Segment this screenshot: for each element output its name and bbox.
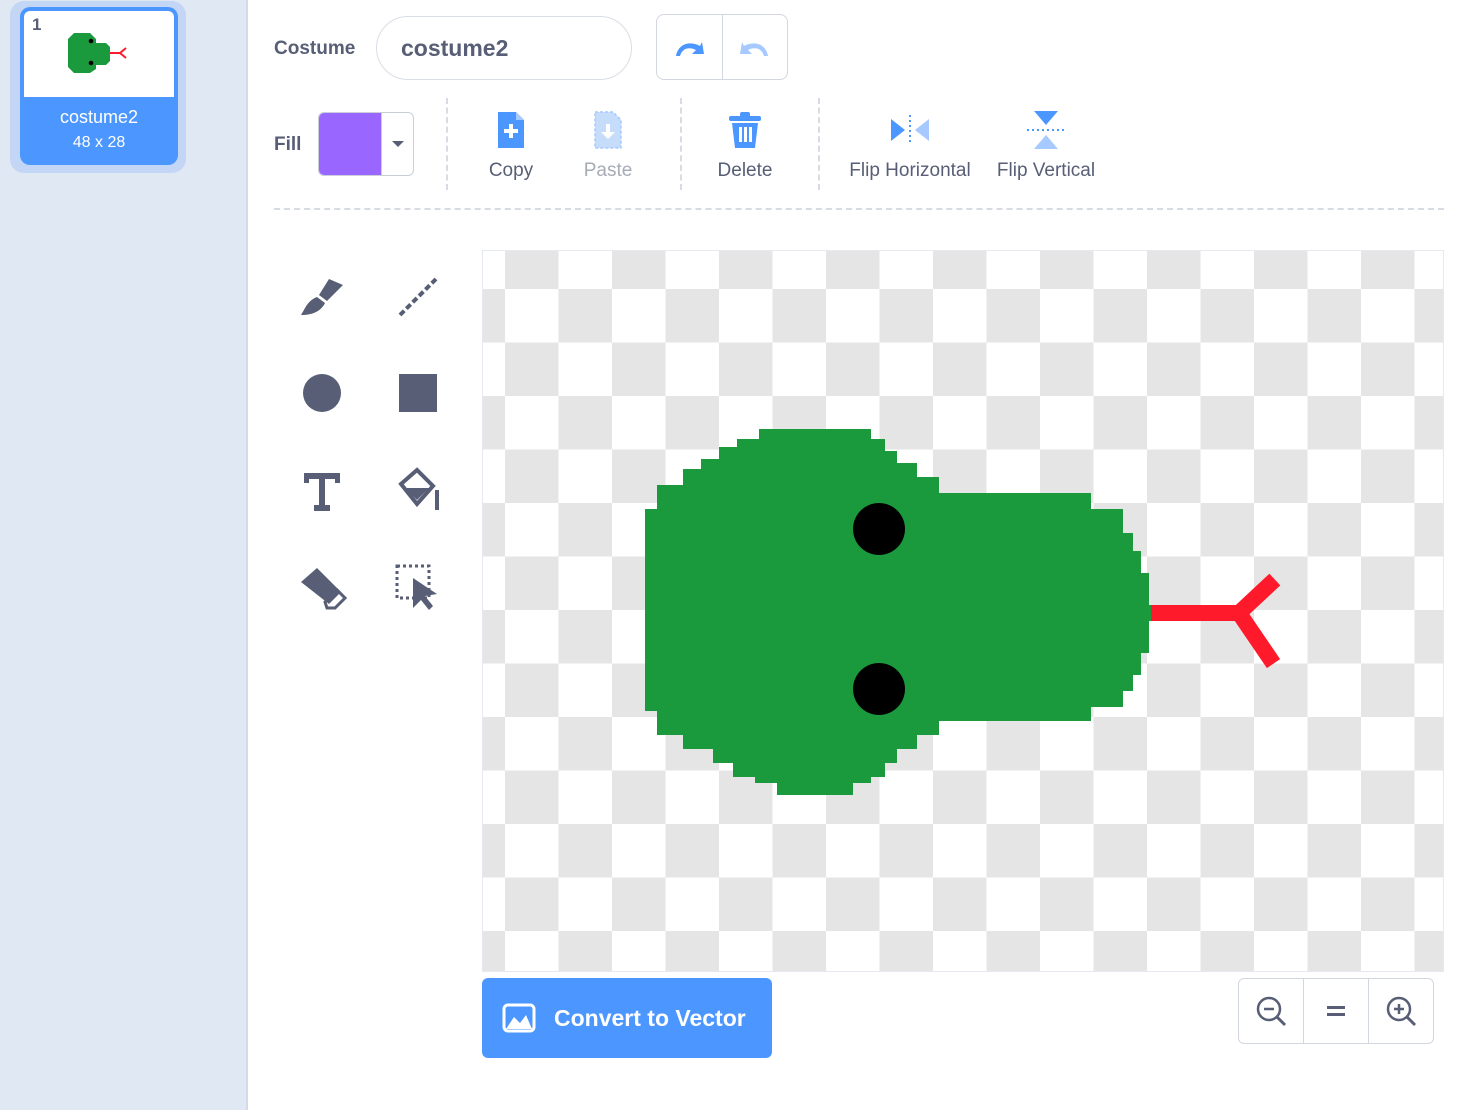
trash-icon bbox=[729, 112, 761, 148]
text-tool[interactable] bbox=[297, 466, 347, 516]
zoom-reset-button[interactable] bbox=[1303, 979, 1368, 1043]
toolbar-divider bbox=[446, 98, 448, 190]
fill-dropdown[interactable] bbox=[381, 113, 413, 175]
paint-canvas[interactable] bbox=[482, 250, 1444, 972]
flip-horizontal-icon bbox=[891, 115, 929, 145]
image-icon bbox=[502, 1003, 536, 1033]
copy-icon bbox=[498, 112, 524, 148]
costume-tile-size: 48 x 28 bbox=[72, 134, 126, 151]
costume-index: 1 bbox=[32, 15, 42, 34]
zoom-in-icon bbox=[1386, 996, 1417, 1027]
flip-horizontal-label: Flip Horizontal bbox=[849, 160, 971, 181]
paste-button[interactable]: Paste bbox=[570, 108, 646, 182]
zoom-controls bbox=[1238, 978, 1434, 1044]
brush-tool[interactable] bbox=[297, 272, 347, 322]
zoom-in-button[interactable] bbox=[1368, 979, 1433, 1043]
delete-label: Delete bbox=[717, 160, 773, 181]
costume-tile-inner: 1 costume2 48 x 28 bbox=[20, 7, 178, 165]
paste-icon bbox=[594, 111, 622, 149]
flip-vertical-icon bbox=[1027, 111, 1065, 149]
text-icon bbox=[304, 473, 340, 511]
copy-label: Copy bbox=[488, 160, 534, 181]
undo-redo-group bbox=[656, 14, 788, 80]
costume-list: 1 costume2 48 x 28 bbox=[0, 0, 248, 1110]
toolbar-divider bbox=[818, 98, 820, 190]
line-icon bbox=[398, 277, 438, 317]
fill-color-picker[interactable] bbox=[318, 112, 414, 176]
zoom-out-icon bbox=[1256, 996, 1287, 1027]
fill-label: Fill bbox=[274, 134, 302, 155]
fill-bucket-icon bbox=[398, 467, 439, 510]
costume-thumbnail: 1 bbox=[24, 11, 174, 97]
undo-icon bbox=[676, 42, 705, 56]
redo-button[interactable] bbox=[723, 15, 788, 79]
circle-icon bbox=[303, 374, 341, 412]
copy-button[interactable]: Copy bbox=[472, 108, 550, 182]
rectangle-tool[interactable] bbox=[393, 368, 443, 418]
line-tool[interactable] bbox=[393, 272, 443, 322]
costume-tile-name: costume2 bbox=[59, 107, 139, 127]
brush-icon bbox=[301, 279, 343, 315]
flip-vertical-button[interactable]: Flip Vertical bbox=[990, 108, 1102, 182]
costume-name-input[interactable] bbox=[376, 16, 632, 80]
convert-to-vector-button[interactable]: Convert to Vector bbox=[482, 978, 772, 1058]
fill-color-swatch bbox=[319, 113, 381, 175]
fill-tool[interactable] bbox=[393, 466, 443, 516]
caret-down-icon bbox=[391, 141, 404, 147]
zoom-out-button[interactable] bbox=[1239, 979, 1303, 1043]
toolbar-bottom-divider bbox=[274, 208, 1444, 210]
snake-head-bitmap bbox=[645, 429, 1281, 795]
zoom-reset-icon bbox=[1327, 1006, 1345, 1016]
rectangle-icon bbox=[399, 374, 437, 412]
circle-tool[interactable] bbox=[297, 368, 347, 418]
eraser-icon bbox=[301, 568, 347, 610]
flip-vertical-label: Flip Vertical bbox=[996, 160, 1096, 181]
snake-thumbnail-image bbox=[68, 33, 127, 73]
flip-horizontal-button[interactable]: Flip Horizontal bbox=[842, 108, 978, 182]
delete-button[interactable]: Delete bbox=[706, 108, 784, 182]
redo-icon bbox=[739, 42, 768, 56]
paste-label: Paste bbox=[583, 160, 633, 181]
eraser-tool[interactable] bbox=[297, 562, 347, 612]
convert-to-vector-label: Convert to Vector bbox=[554, 1004, 746, 1031]
toolbar-divider bbox=[680, 98, 682, 190]
undo-button[interactable] bbox=[657, 15, 723, 79]
select-icon bbox=[395, 564, 437, 610]
select-tool[interactable] bbox=[393, 562, 443, 612]
costume-tile[interactable]: 1 costume2 48 x 28 bbox=[10, 1, 186, 173]
costume-name-label: Costume bbox=[274, 38, 356, 59]
